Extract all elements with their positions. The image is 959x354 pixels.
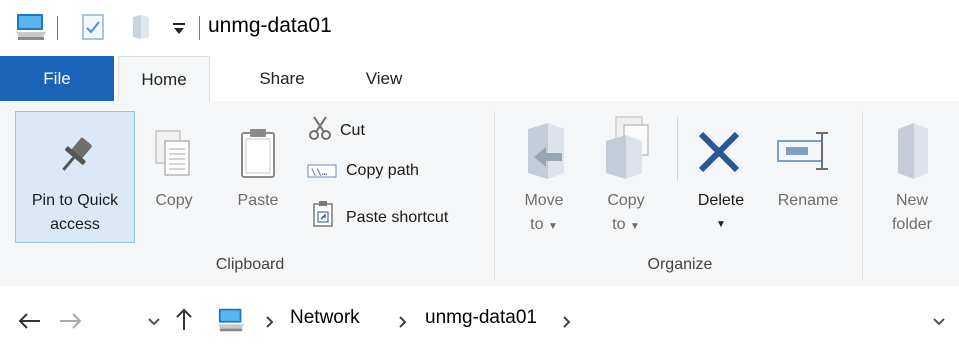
forward-arrow-icon[interactable] [58,312,82,330]
copy-label: Copy [155,192,193,209]
scissors-icon [309,116,331,140]
move-to-icon [528,123,564,179]
paste-shortcut-button[interactable]: Paste shortcut [346,205,448,231]
delete-dropdown-arrow-icon: ▼ [716,219,726,230]
breadcrumb-chevron-icon[interactable] [398,315,408,329]
window-title: unmg-data01 [208,14,332,37]
new-folder-label-line1: New [895,192,928,209]
copy-to-button[interactable]: Copy to ▼ [592,189,660,239]
customize-quick-access-icon[interactable] [172,20,186,36]
tab-file[interactable]: File [0,56,114,101]
tab-share[interactable]: Share [240,56,324,101]
pin-icon [62,137,92,171]
copy-path-icon: \\… [307,164,337,178]
cut-button[interactable]: Cut [340,118,365,144]
rename-button[interactable]: Rename [766,189,850,213]
rename-icon [777,132,828,170]
organize-inner-separator [677,117,678,181]
title-separator [199,16,200,40]
paste-icon [241,129,275,178]
new-folder-quick-icon[interactable] [130,13,152,41]
delete-label: Delete [697,192,745,209]
recent-locations-chevron-icon[interactable] [147,317,161,327]
breadcrumb-unmg-data01[interactable]: unmg-data01 [425,307,537,329]
copy-to-label-line1: Copy [607,192,645,209]
address-bar: Network unmg-data01 [0,286,959,354]
network-icon [218,308,244,332]
svg-text:\\…: \\… [311,168,328,178]
properties-icon[interactable] [80,13,106,41]
paste-label: Paste [237,192,279,209]
group-separator-2 [862,111,863,281]
pin-label-line2: access [50,216,100,233]
ribbon-tabs: File Home Share View [0,56,959,102]
copy-to-icon [606,116,649,179]
ribbon-home: Pin to Quick access Copy Paste Cut \\… C… [0,101,959,287]
this-pc-icon[interactable] [14,12,48,42]
move-to-button[interactable]: Move to ▼ [510,189,578,239]
move-label-line1: Move [524,192,564,209]
tab-view[interactable]: View [346,56,422,101]
copy-to-label-line2: to [612,216,626,233]
up-arrow-icon[interactable] [174,307,194,331]
paste-button[interactable]: Paste [228,189,288,213]
quick-access-separator [57,16,58,40]
delete-x-icon [698,131,740,173]
breadcrumb-chevron-icon[interactable] [265,315,275,329]
copy-button[interactable]: Copy [146,189,202,213]
move-dropdown-arrow-icon: ▼ [547,221,558,232]
rename-label: Rename [777,192,839,209]
organize-group-label: Organize [647,256,713,273]
delete-button[interactable]: Delete ▼ [688,189,754,237]
paste-shortcut-icon [313,201,333,227]
breadcrumb-network[interactable]: Network [290,307,360,329]
pin-label-line1: Pin to Quick [31,192,119,209]
new-folder-button[interactable]: New folder [874,189,950,237]
copy-to-dropdown-arrow-icon: ▼ [629,221,640,232]
new-folder-icon [898,123,928,179]
new-folder-label-line2: folder [891,216,933,233]
breadcrumb-chevron-icon[interactable] [562,315,572,329]
group-separator-1 [494,111,495,281]
tab-home[interactable]: Home [118,56,210,102]
address-dropdown-chevron-icon[interactable] [932,317,946,327]
copy-icon [155,130,190,176]
title-bar: unmg-data01 [0,0,959,56]
copy-path-button[interactable]: Copy path [346,158,419,184]
move-label-line2: to [530,216,544,233]
back-arrow-icon[interactable] [18,312,42,330]
clipboard-group-label: Clipboard [215,256,285,273]
